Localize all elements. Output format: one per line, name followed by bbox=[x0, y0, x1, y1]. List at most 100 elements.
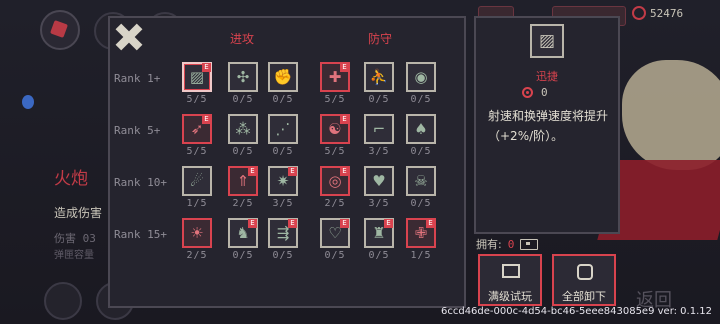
spin-blade-icon: ✣ bbox=[236, 67, 250, 86]
talent-cell: ☀ 2/5 bbox=[182, 218, 212, 261]
equipped-badge: E bbox=[426, 219, 435, 228]
talent-level-count: 2/5 bbox=[324, 198, 346, 209]
fist-icon: ✊ bbox=[273, 67, 293, 86]
talent-cell: ◎ E 2/5 bbox=[320, 166, 350, 209]
owned-value: 0 bbox=[507, 237, 515, 251]
talent-level-count: 3/5 bbox=[368, 146, 390, 157]
eye-shield-icon: ◉ bbox=[414, 67, 428, 86]
talent-level-count: 0/5 bbox=[368, 94, 390, 105]
talent-cell: ⋰ 0/5 bbox=[268, 114, 298, 157]
version-footer: 6ccd46de-000c-4d54-bc46-5eee843085e9 ver… bbox=[440, 306, 712, 317]
talent-level-count: 0/5 bbox=[368, 250, 390, 261]
detail-cost: 0 bbox=[522, 86, 548, 99]
talent-tile[interactable]: ☯ E bbox=[320, 114, 350, 144]
talent-tile[interactable]: ◎ E bbox=[320, 166, 350, 196]
talent-cell: ♡ E 0/5 bbox=[320, 218, 350, 261]
talent-tile[interactable]: ◉ bbox=[406, 62, 436, 92]
talent-tile[interactable]: ✙ E bbox=[406, 218, 436, 248]
talent-tile[interactable]: ⁂ bbox=[228, 114, 258, 144]
player-avatar[interactable] bbox=[40, 10, 80, 50]
runner-icon: ⛹ bbox=[369, 67, 389, 86]
leaf-shield-icon: ♠ bbox=[414, 119, 428, 138]
talent-tile[interactable]: ✊ bbox=[268, 62, 298, 92]
boot-icon: ⌐ bbox=[372, 119, 386, 138]
close-icon[interactable] bbox=[112, 22, 146, 52]
weapon-damage-stat: 伤害 03 bbox=[54, 230, 96, 246]
talent-cell: ♥ 3/5 bbox=[364, 166, 394, 209]
currency-display: 52476 bbox=[632, 6, 683, 20]
talent-tile[interactable]: ⌐ bbox=[364, 114, 394, 144]
detail-talent-name: 迅捷 bbox=[536, 70, 558, 83]
talent-tile[interactable]: ☄ bbox=[182, 166, 212, 196]
cost-token-icon bbox=[522, 87, 533, 98]
weapon-damage-desc: 造成伤害 bbox=[54, 206, 103, 220]
talent-tile[interactable]: ▨ E bbox=[182, 62, 212, 92]
equipped-badge: E bbox=[288, 219, 297, 228]
bullet-stream-icon: ⋰ bbox=[275, 119, 291, 138]
talent-cell: ♠ 0/5 bbox=[406, 114, 436, 157]
talent-tile[interactable]: ✚ E bbox=[320, 62, 350, 92]
talent-tile[interactable]: ☀ bbox=[182, 218, 212, 248]
talent-level-count: 0/5 bbox=[410, 198, 432, 209]
talent-cell: ▨ E 5/5 bbox=[182, 62, 212, 105]
talent-panel bbox=[108, 16, 466, 308]
talent-tile[interactable]: ✷ E bbox=[268, 166, 298, 196]
talent-tile[interactable]: ➶ E bbox=[182, 114, 212, 144]
talent-tile[interactable]: ♡ E bbox=[320, 218, 350, 248]
equipped-badge: E bbox=[340, 115, 349, 124]
owned-counter: 拥有: 0 bbox=[476, 236, 539, 252]
talent-level-count: 0/5 bbox=[272, 94, 294, 105]
talent-tile[interactable]: ⋰ bbox=[268, 114, 298, 144]
talent-tile[interactable]: ☠ bbox=[406, 166, 436, 196]
talent-tile[interactable]: ⛹ bbox=[364, 62, 394, 92]
talent-level-count: 0/5 bbox=[410, 146, 432, 157]
talent-level-count: 2/5 bbox=[232, 198, 254, 209]
bullet-spread-icon: ⁂ bbox=[235, 119, 251, 138]
unequip-icon bbox=[577, 264, 593, 280]
ammo-label: 弹匣容量 bbox=[54, 250, 94, 261]
talent-tile[interactable]: ⇑ E bbox=[228, 166, 258, 196]
talent-level-count: 1/5 bbox=[410, 250, 432, 261]
rank-label: Rank 5+ bbox=[114, 124, 161, 137]
rank-label: Rank 10+ bbox=[114, 176, 167, 189]
talent-cell: ◉ 0/5 bbox=[406, 62, 436, 105]
equipped-badge: E bbox=[248, 167, 257, 176]
rank-label: Rank 15+ bbox=[114, 228, 167, 241]
defense-header: 防守 bbox=[368, 32, 393, 46]
remove-all-button[interactable]: 全部卸下 bbox=[552, 254, 616, 306]
talent-cell: ⇑ E 2/5 bbox=[228, 166, 258, 209]
talent-cell: ⁂ 0/5 bbox=[228, 114, 258, 157]
talent-cell: ⌐ 3/5 bbox=[364, 114, 394, 157]
talent-tile[interactable]: ♜ E bbox=[364, 218, 394, 248]
attack-header: 进攻 bbox=[230, 32, 255, 46]
talent-tile[interactable]: ♥ bbox=[364, 166, 394, 196]
talent-cell: ♜ E 0/5 bbox=[364, 218, 394, 261]
equipped-badge: E bbox=[202, 115, 211, 124]
talent-level-count: 5/5 bbox=[186, 94, 208, 105]
talent-tile[interactable]: ♞ E bbox=[228, 218, 258, 248]
slot-circle[interactable] bbox=[44, 282, 82, 320]
equipped-badge: E bbox=[202, 63, 211, 72]
talent-tile[interactable]: ✣ bbox=[228, 62, 258, 92]
equipped-badge: E bbox=[248, 219, 257, 228]
talent-level-count: 5/5 bbox=[186, 146, 208, 157]
hearts-icon: ♥ bbox=[372, 171, 386, 190]
talent-level-count: 0/5 bbox=[272, 146, 294, 157]
owned-label: 拥有: bbox=[476, 238, 502, 251]
detail-cost-value: 0 bbox=[541, 86, 548, 99]
ticket-icon bbox=[502, 264, 520, 278]
max-level-trial-button[interactable]: 满级试玩 bbox=[478, 254, 542, 306]
talent-cell: ☄ 1/5 bbox=[182, 166, 212, 209]
talent-tile[interactable]: ⇶ E bbox=[268, 218, 298, 248]
damage-label: 伤害 bbox=[54, 232, 76, 245]
talent-level-count: 0/5 bbox=[232, 146, 254, 157]
talent-cell: ✊ 0/5 bbox=[268, 62, 298, 105]
character-hair bbox=[622, 60, 720, 170]
talent-cell: ✙ E 1/5 bbox=[406, 218, 436, 261]
gem-icon bbox=[632, 6, 646, 20]
rank-label: Rank 1+ bbox=[114, 72, 161, 85]
talent-tile[interactable]: ♠ bbox=[406, 114, 436, 144]
talent-cell: ⛹ 0/5 bbox=[364, 62, 394, 105]
talent-level-count: 5/5 bbox=[324, 94, 346, 105]
talent-cell: ✣ 0/5 bbox=[228, 62, 258, 105]
